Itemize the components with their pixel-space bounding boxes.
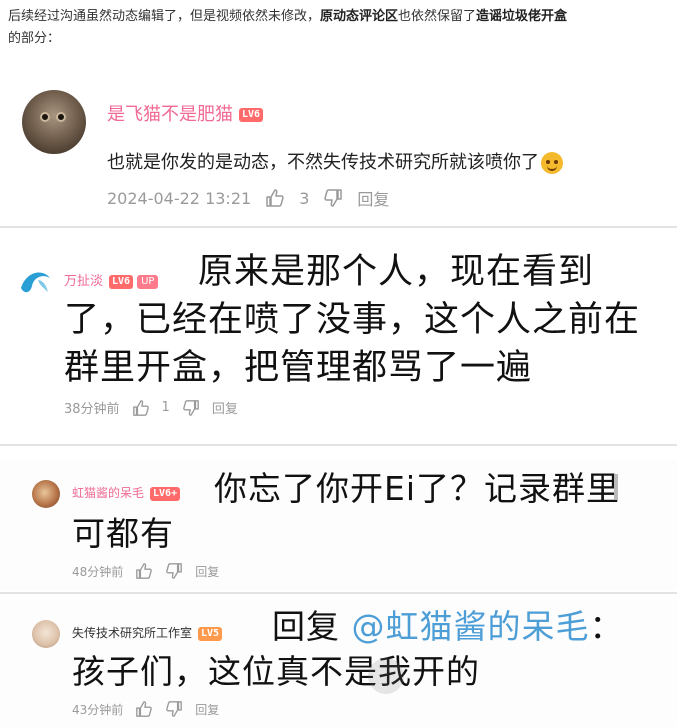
reply-button[interactable]: 回复 bbox=[195, 701, 219, 718]
thumbs-down-icon[interactable] bbox=[165, 700, 183, 718]
intro-text-1: 后续经过沟通虽然动态编辑了，但是视频依然未修改， bbox=[8, 9, 321, 24]
comment-username[interactable]: 是飞猫不是肥猫 LV6 bbox=[107, 100, 264, 126]
comment-text-body: 也就是你发的是动态，不然失传技术研究所就该喷你了 bbox=[107, 152, 539, 173]
owl-eye-right bbox=[56, 112, 66, 122]
comment-text: 也就是你发的是动态，不然失传技术研究所就该喷你了 bbox=[107, 148, 563, 174]
comment-text: 你忘了你开Ei了？记录群里可都有 bbox=[72, 469, 621, 553]
comment-screenshot-3: 虹猫酱的呆毛 LV6+ 你忘了你开Ei了？记录群里可都有 48分钟前 回复 bbox=[0, 460, 677, 590]
studio-avatar[interactable] bbox=[32, 620, 60, 648]
thumbs-up-icon[interactable] bbox=[265, 188, 285, 208]
comment-screenshot-2: 万扯淡 LV6 UP 原来是那个人，现在看到了，已经在喷了没事，这个人之前在群里开盒… bbox=[0, 240, 677, 430]
cat-avatar[interactable] bbox=[32, 480, 60, 508]
thumbs-up-icon[interactable] bbox=[132, 399, 150, 417]
reply-button[interactable]: 回复 bbox=[357, 186, 389, 210]
intro-highlight-1: 原动态评论区 bbox=[320, 9, 399, 24]
thumbs-down-icon[interactable] bbox=[165, 562, 183, 580]
username-text: 是飞猫不是肥猫 bbox=[107, 104, 233, 125]
divider bbox=[0, 226, 677, 228]
level-badge: LV6 bbox=[239, 108, 264, 122]
thumbs-down-icon[interactable] bbox=[182, 399, 200, 417]
intro-paragraph: 后续经过沟通虽然动态编辑了，但是视频依然未修改，原动态评论区也依然保留了造谣垃圾… bbox=[8, 6, 668, 50]
comment-timestamp: 2024-04-22 13:21 bbox=[107, 188, 252, 208]
wave-avatar[interactable] bbox=[18, 266, 52, 300]
intro-highlight-2: 造谣垃圾佬开盒 bbox=[476, 9, 568, 24]
reply-prefix: 回复 bbox=[272, 607, 352, 646]
grinning-sweat-emoji-icon bbox=[541, 152, 563, 174]
like-count: 3 bbox=[299, 188, 310, 208]
comment-meta: 38分钟前 1 回复 bbox=[64, 398, 238, 417]
comment-text: 原来是那个人，现在看到了，已经在喷了没事，这个人之前在群里开盒，把管理都骂了一遍 bbox=[64, 252, 641, 388]
thumbs-down-icon[interactable] bbox=[323, 188, 343, 208]
comment-timestamp: 48分钟前 bbox=[72, 564, 124, 579]
owl-avatar[interactable] bbox=[22, 90, 86, 154]
comment-meta: 2024-04-22 13:21 3 回复 bbox=[107, 186, 389, 210]
intro-text-3: 的部分： bbox=[8, 31, 61, 46]
comment-text: 回复 @虹猫酱的呆毛：孩子们，这位真不是我开的 bbox=[72, 604, 652, 694]
divider bbox=[0, 592, 677, 594]
owl-eye-left bbox=[40, 112, 50, 122]
comment-timestamp: 43分钟前 bbox=[72, 702, 124, 717]
intro-text-2: 也依然保留了 bbox=[398, 9, 477, 24]
comment-screenshot-1: 是飞猫不是肥猫 LV6 也就是你发的是动态，不然失传技术研究所就该喷你了 2024… bbox=[0, 76, 677, 226]
like-count: 1 bbox=[161, 400, 170, 415]
divider bbox=[0, 444, 677, 446]
touch-indicator bbox=[368, 658, 404, 694]
thumbs-up-icon[interactable] bbox=[135, 562, 153, 580]
comment-screenshot-4: 失传技术研究所工作室 LV5 回复 @虹猫酱的呆毛：孩子们，这位真不是我开的 43… bbox=[0, 600, 677, 727]
reply-button[interactable]: 回复 bbox=[212, 398, 238, 417]
comment-meta: 48分钟前 回复 bbox=[72, 562, 219, 580]
comment-timestamp: 38分钟前 bbox=[64, 402, 120, 417]
comment-meta: 43分钟前 回复 bbox=[72, 700, 219, 718]
mention-link[interactable]: @虹猫酱的呆毛 bbox=[352, 607, 590, 646]
text-cursor bbox=[614, 474, 618, 500]
reply-button[interactable]: 回复 bbox=[195, 563, 219, 580]
thumbs-up-icon[interactable] bbox=[135, 700, 153, 718]
